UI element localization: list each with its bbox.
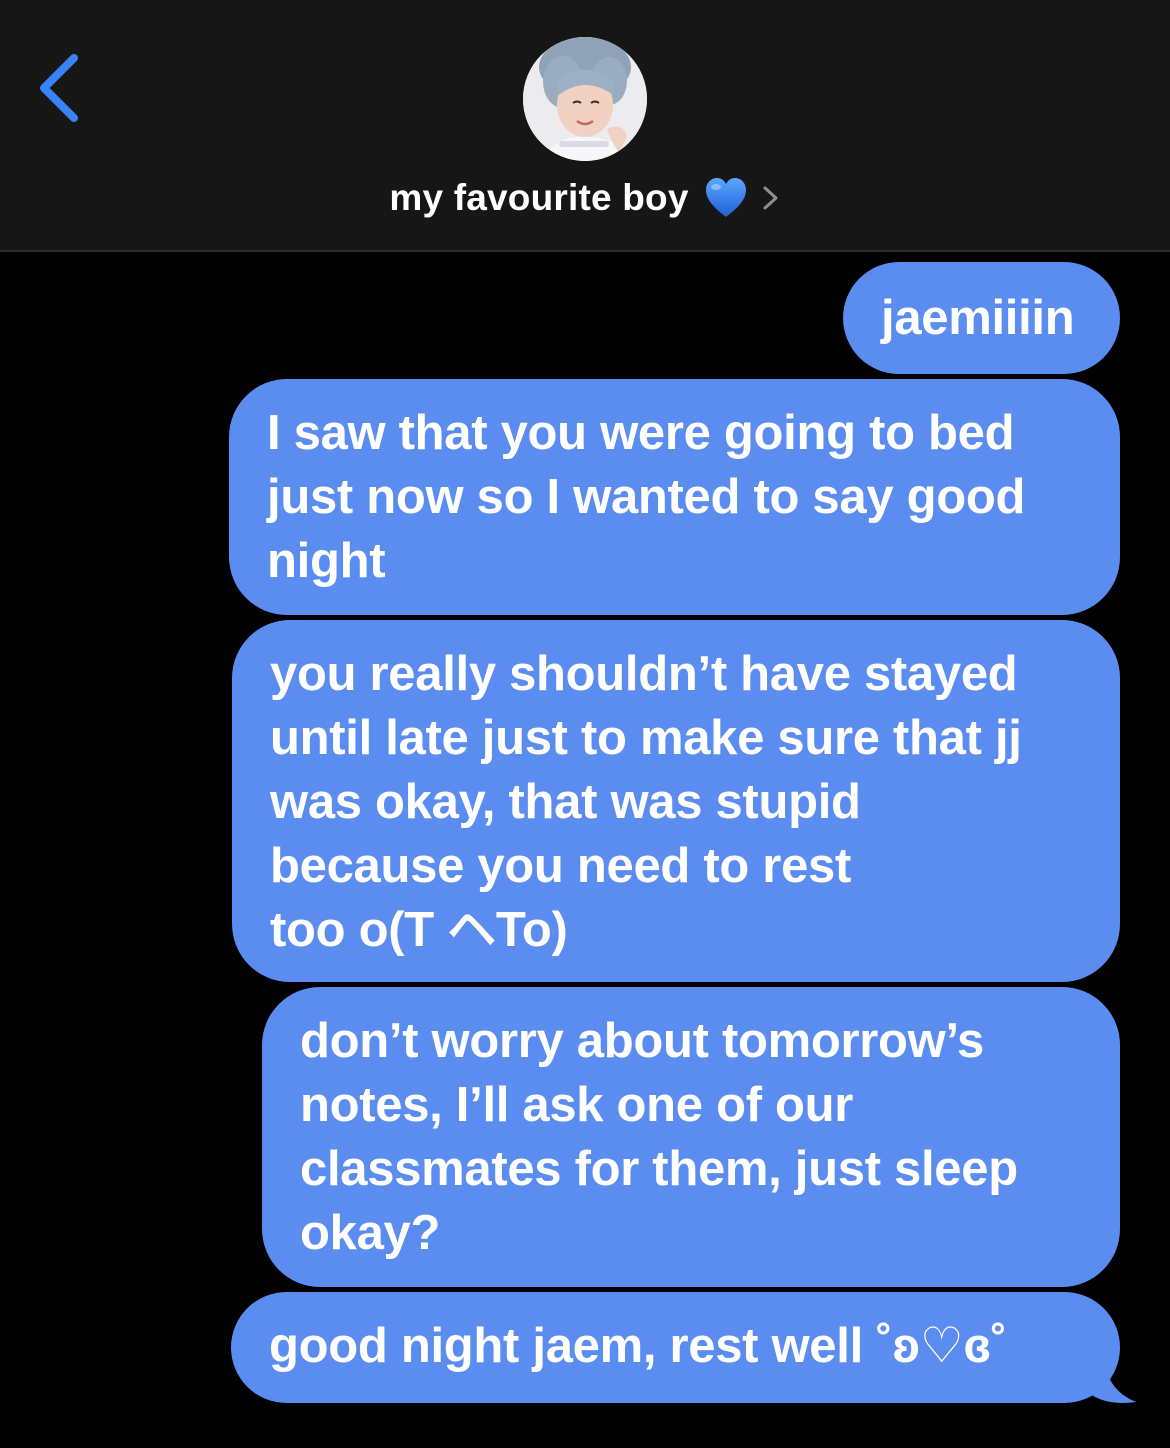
contact-details-button[interactable]: my favourite boy bbox=[0, 170, 1170, 226]
avatar[interactable] bbox=[523, 37, 647, 161]
message-bubble[interactable]: I saw that you were going to bed just no… bbox=[229, 379, 1120, 615]
back-button[interactable] bbox=[28, 48, 98, 128]
chevron-left-icon bbox=[40, 54, 78, 122]
chevron-right-icon bbox=[761, 181, 781, 215]
conversation-header: my favourite boy bbox=[0, 0, 1170, 252]
message-bubble[interactable]: jaemiiiin bbox=[843, 262, 1120, 374]
bubble-tail bbox=[1080, 1356, 1140, 1406]
message-bubble[interactable]: you really shouldn’t have stayed until l… bbox=[232, 620, 1120, 982]
contact-name: my favourite boy bbox=[389, 177, 689, 218]
message-bubble[interactable]: good night jaem, rest well ˚ʚ♡ɞ˚ bbox=[231, 1292, 1120, 1403]
message-bubble[interactable]: don’t worry about tomorrow’s notes, I’ll… bbox=[262, 987, 1120, 1287]
blue-heart-icon bbox=[703, 175, 749, 221]
contact-avatar bbox=[523, 37, 647, 161]
